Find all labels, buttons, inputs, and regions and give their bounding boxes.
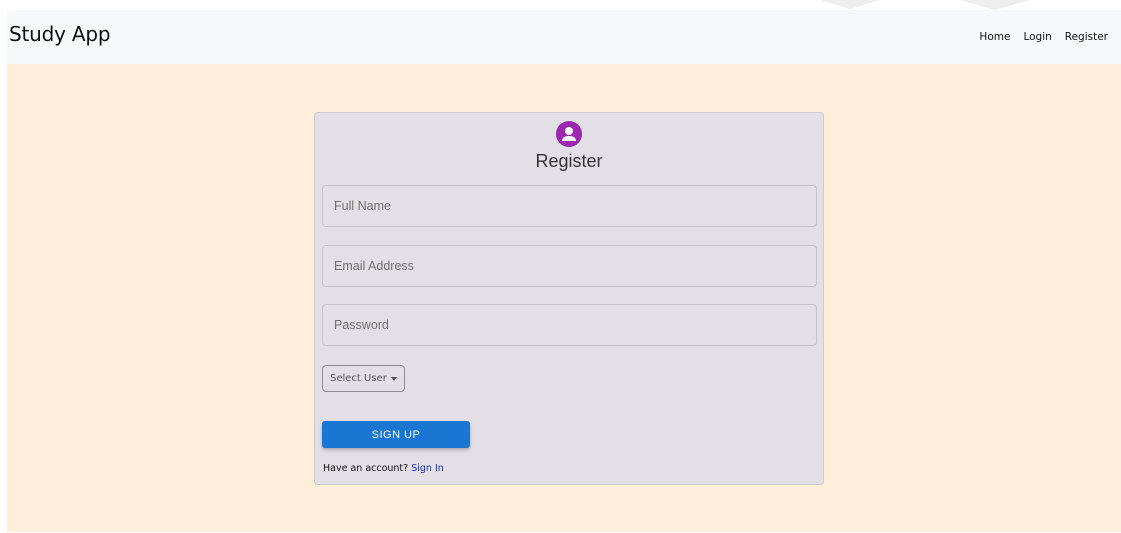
brand-title[interactable]: Study App [9,22,111,46]
sign-in-link[interactable]: Sign In [411,463,444,474]
nav-home-link[interactable]: Home [979,31,1010,43]
nav-register-link[interactable]: Register [1065,31,1108,43]
page-frame: Study App Home Login Register Register S… [7,10,1121,532]
register-title: Register [535,151,603,171]
register-card: Register Select User SIGN UP Have an acc… [314,112,824,485]
password-input[interactable] [322,304,817,346]
sign-in-prompt: Have an account? Sign In [323,463,444,474]
email-input[interactable] [322,245,817,287]
sign-in-prompt-text: Have an account? [323,463,409,474]
select-user-label: Select User [330,373,387,384]
navbar: Study App Home Login Register [7,10,1121,64]
sign-up-button[interactable]: SIGN UP [322,421,470,448]
nav-links: Home Login Register [979,31,1108,43]
full-name-input[interactable] [322,185,817,227]
nav-login-link[interactable]: Login [1023,31,1051,43]
person-icon [556,121,582,147]
caret-down-icon [390,376,397,381]
select-user-dropdown[interactable]: Select User [322,365,405,392]
